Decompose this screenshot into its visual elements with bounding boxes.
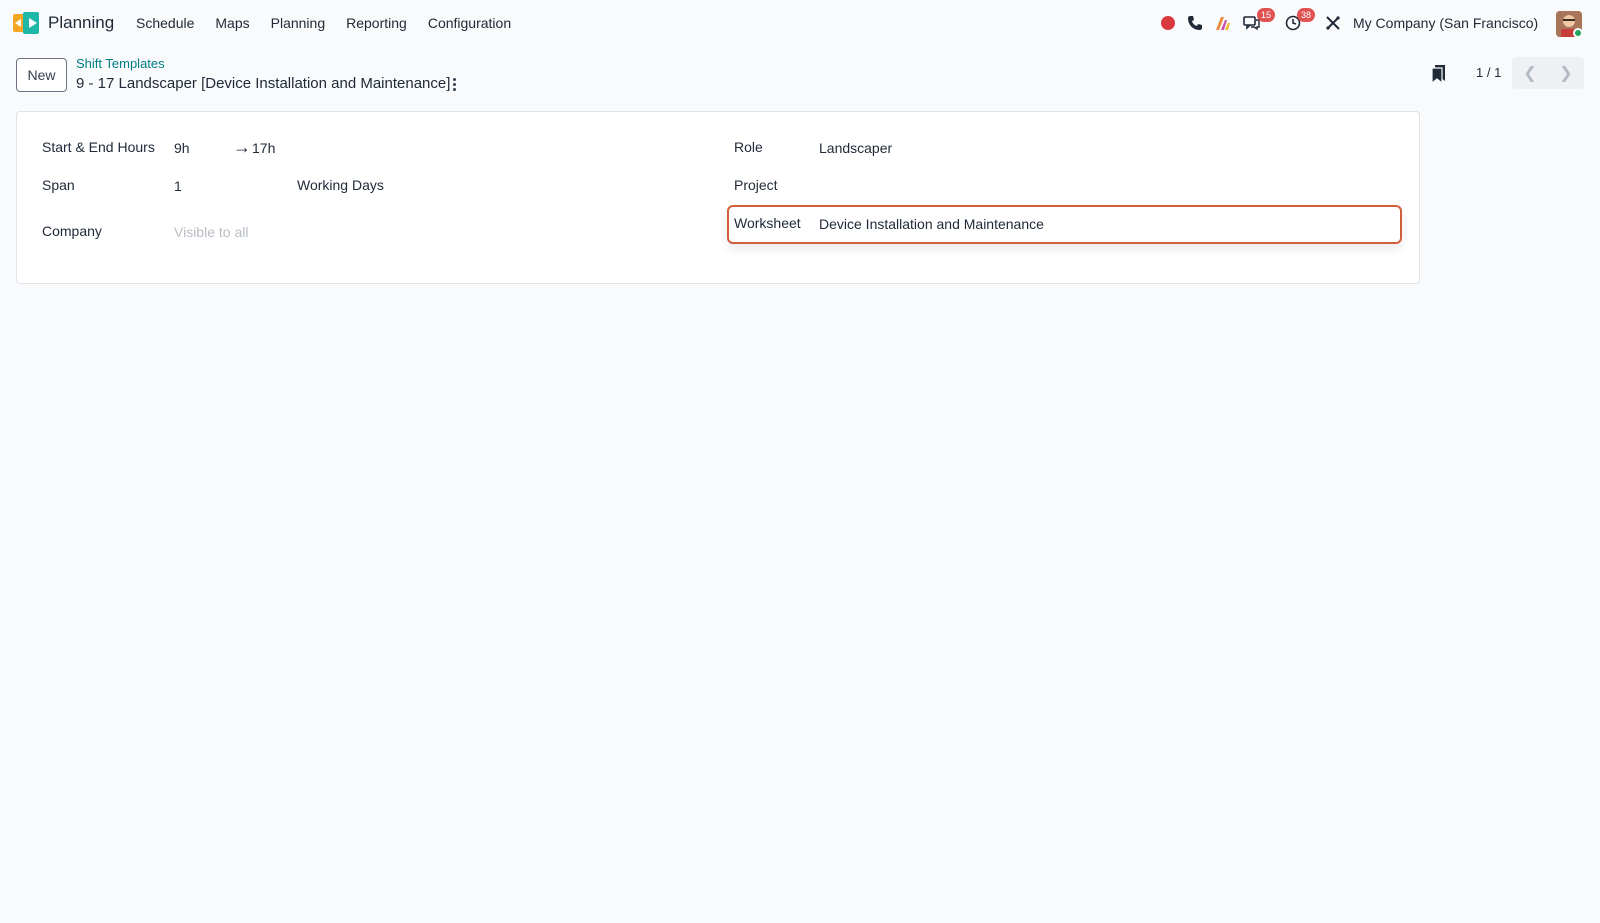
planning-app-icon[interactable] bbox=[13, 12, 39, 34]
project-label: Project bbox=[734, 177, 778, 193]
start-hour-field[interactable]: 9h bbox=[174, 140, 190, 156]
role-field[interactable]: Landscaper bbox=[819, 140, 892, 156]
menu-planning[interactable]: Planning bbox=[271, 15, 326, 31]
chevron-right-icon: ❯ bbox=[1559, 65, 1573, 82]
record-title: 9 - 17 Landscaper [Device Installation a… bbox=[76, 75, 451, 92]
new-button[interactable]: New bbox=[16, 58, 67, 92]
actions-kebab-icon[interactable] bbox=[447, 75, 461, 93]
ai-icon[interactable] bbox=[1214, 14, 1232, 32]
start-end-hours-label: Start & End Hours bbox=[42, 139, 155, 155]
phone-icon[interactable] bbox=[1186, 14, 1204, 32]
span-unit-select[interactable]: Working Days bbox=[297, 177, 384, 193]
menu-maps[interactable]: Maps bbox=[215, 15, 249, 31]
breadcrumb-shift-templates[interactable]: Shift Templates bbox=[76, 56, 165, 71]
top-navbar: Planning Schedule Maps Planning Reportin… bbox=[0, 0, 1600, 46]
pager-value[interactable]: 1 / 1 bbox=[1476, 65, 1501, 80]
bookmark-icon[interactable] bbox=[1431, 64, 1447, 85]
span-field[interactable]: 1 bbox=[174, 178, 182, 194]
menu-schedule[interactable]: Schedule bbox=[136, 15, 194, 31]
app-name[interactable]: Planning bbox=[48, 13, 114, 33]
company-field[interactable]: Visible to all bbox=[174, 224, 248, 240]
menu-configuration[interactable]: Configuration bbox=[428, 15, 511, 31]
worksheet-field[interactable]: Device Installation and Maintenance bbox=[819, 216, 1044, 232]
main-menu: Schedule Maps Planning Reporting Configu… bbox=[136, 0, 532, 46]
activities-badge: 38 bbox=[1297, 8, 1316, 22]
chevron-left-icon: ❮ bbox=[1523, 65, 1537, 82]
end-hour-field[interactable]: 17h bbox=[252, 140, 275, 156]
span-label: Span bbox=[42, 177, 75, 193]
pager-next-button[interactable]: ❯ bbox=[1548, 57, 1584, 89]
pager-previous-button[interactable]: ❮ bbox=[1512, 57, 1548, 89]
tools-icon[interactable] bbox=[1324, 14, 1342, 32]
role-label: Role bbox=[734, 139, 763, 155]
online-status-dot bbox=[1573, 28, 1583, 38]
company-switcher[interactable]: My Company (San Francisco) bbox=[1353, 15, 1538, 31]
arrow-right-icon: → bbox=[233, 137, 251, 157]
messages-badge: 15 bbox=[1257, 8, 1276, 22]
form-sheet bbox=[16, 111, 1420, 284]
company-label: Company bbox=[42, 223, 102, 239]
worksheet-label: Worksheet bbox=[734, 215, 801, 231]
project-field[interactable] bbox=[819, 177, 1399, 195]
record-icon[interactable] bbox=[1159, 14, 1177, 32]
menu-reporting[interactable]: Reporting bbox=[346, 15, 407, 31]
